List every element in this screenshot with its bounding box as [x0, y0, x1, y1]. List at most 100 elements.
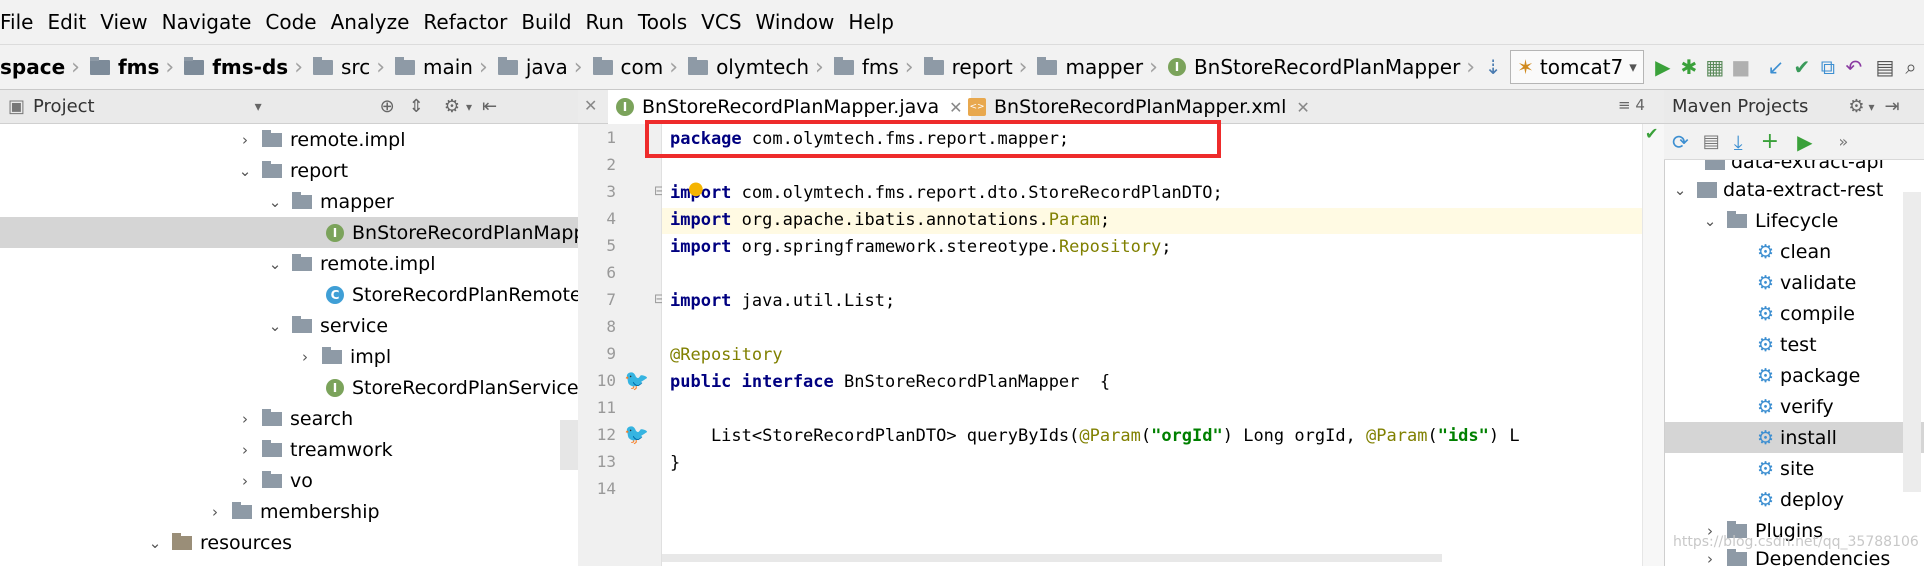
tab-mapper-xml[interactable]: <> BnStoreRecordPlanMapper.xml ✕ — [960, 90, 1318, 124]
maven-tree-item[interactable]: ⌄ Lifecycle — [1665, 205, 1924, 236]
close-icon[interactable]: ✕ — [1296, 98, 1309, 117]
menu-view[interactable]: View — [93, 10, 154, 34]
scrollbar[interactable] — [1903, 192, 1921, 492]
menu-help[interactable]: Help — [841, 10, 901, 34]
hide-panel-icon[interactable]: ⇥ — [1885, 96, 1900, 117]
tree-item[interactable]: C StoreRecordPlanRemoteI — [0, 279, 578, 310]
hide-panel-icon[interactable]: ⇤ — [482, 96, 497, 117]
menu-refactor[interactable]: Refactor — [416, 10, 514, 34]
chevron-down-icon[interactable]: ⌄ — [266, 255, 284, 273]
maven-tree-item[interactable]: ⌄ data-extract-rest — [1665, 174, 1924, 205]
maven-goal[interactable]: ⚙ compile — [1665, 298, 1924, 329]
menu-navigate[interactable]: Navigate — [155, 10, 259, 34]
run-icon[interactable]: ▶ — [1797, 130, 1812, 154]
menu-build[interactable]: Build — [514, 10, 578, 34]
generate-sources-icon[interactable]: ▤ — [1703, 131, 1720, 152]
maven-goal[interactable]: ⚙ site — [1665, 453, 1924, 484]
sort-download-icon[interactable]: ⇣ — [1483, 52, 1503, 82]
gear-icon[interactable]: ⚙ — [1848, 96, 1864, 117]
tree-item[interactable]: › remote.impl — [0, 124, 578, 155]
run-icon[interactable]: ▶ — [1653, 52, 1673, 82]
tree-item[interactable]: › impl — [0, 341, 578, 372]
breadcrumb-item[interactable]: mapper › — [1027, 44, 1158, 90]
chevron-down-icon[interactable]: ⌄ — [236, 162, 254, 180]
reimport-icon[interactable]: ⟳ — [1672, 130, 1689, 154]
breadcrumb-item[interactable]: olymtech › — [678, 44, 824, 90]
chevron-right-icon[interactable]: › — [296, 348, 314, 366]
tab-overflow-indicator[interactable]: ≡ 4 — [1618, 96, 1645, 114]
breadcrumb-item[interactable]: java › — [488, 44, 583, 90]
search-icon[interactable]: ⌕ — [1901, 52, 1921, 82]
menu-vcs[interactable]: VCS — [694, 10, 748, 34]
maven-goal[interactable]: ⚙ verify — [1665, 391, 1924, 422]
chevron-down-icon[interactable]: ⌄ — [1671, 181, 1689, 199]
locate-icon[interactable]: ⊕ — [380, 96, 395, 117]
tree-item-selected[interactable]: I BnStoreRecordPlanMapp — [0, 217, 578, 248]
chevron-right-icon[interactable]: › — [236, 131, 254, 149]
chevron-down-icon[interactable]: ⌄ — [146, 534, 164, 552]
tree-item[interactable]: › treamwork — [0, 434, 578, 465]
project-structure-icon[interactable]: ▤ — [1875, 52, 1895, 82]
maven-goal-selected[interactable]: ⚙ install — [1665, 422, 1924, 453]
mybatis-bird-icon[interactable]: 🐦 — [624, 422, 649, 446]
chevron-right-icon[interactable]: › — [206, 503, 224, 521]
add-icon[interactable]: + — [1761, 129, 1779, 154]
tree-item[interactable]: › membership — [0, 496, 578, 527]
tree-item[interactable]: ⌄ resources — [0, 527, 578, 558]
project-panel-title[interactable]: Project — [33, 96, 95, 117]
tree-item[interactable]: I StoreRecordPlanService — [0, 372, 578, 403]
mybatis-bird-icon[interactable]: 🐦 — [624, 368, 649, 392]
breadcrumb-item[interactable]: fms-ds › — [174, 44, 303, 90]
chevron-right-icon[interactable]: › — [1701, 550, 1719, 566]
chevron-down-icon[interactable]: ⌄ — [1701, 212, 1719, 230]
chevron-down-icon[interactable]: ⌄ — [266, 317, 284, 335]
download-icon[interactable]: ⤓ — [1734, 130, 1743, 154]
breadcrumb-item[interactable]: report › — [914, 44, 1027, 90]
tree-item[interactable]: ⌄ remote.impl — [0, 248, 578, 279]
vcs-update-icon[interactable]: ↙ — [1766, 52, 1786, 82]
menu-edit[interactable]: Edit — [40, 10, 93, 34]
breadcrumb-item[interactable]: src › — [303, 44, 385, 90]
chevron-down-icon[interactable]: ▾ — [466, 100, 472, 114]
tree-item[interactable]: › search — [0, 403, 578, 434]
breadcrumb-item[interactable]: main › — [385, 44, 488, 90]
run-config-select[interactable]: ✶ tomcat7 ▾ — [1510, 50, 1644, 84]
tree-item[interactable]: ⌄ mapper — [0, 186, 578, 217]
horizontal-scrollbar[interactable] — [662, 554, 1442, 562]
menu-tools[interactable]: Tools — [631, 10, 694, 34]
breadcrumb-item[interactable]: space › — [0, 44, 80, 90]
breadcrumb-item[interactable]: fms › — [80, 44, 174, 90]
more-icon[interactable]: » — [1838, 132, 1848, 151]
debug-icon[interactable]: ✱ — [1679, 52, 1699, 82]
breadcrumb-item[interactable]: fms › — [824, 44, 914, 90]
chevron-down-icon[interactable]: ⌄ — [266, 193, 284, 211]
chevron-right-icon[interactable]: › — [236, 410, 254, 428]
lightbulb-icon[interactable]: ● — [688, 178, 704, 199]
stop-icon[interactable]: ■ — [1731, 52, 1751, 82]
breadcrumb-item[interactable]: com › — [583, 44, 678, 90]
code-editor[interactable]: package com.olymtech.fms.report.mapper; … — [662, 124, 1664, 566]
chevron-right-icon[interactable]: › — [236, 441, 254, 459]
maven-goal[interactable]: ⚙ clean — [1665, 236, 1924, 267]
vcs-revert-icon[interactable]: ↶ — [1844, 52, 1864, 82]
chevron-right-icon[interactable]: › — [236, 472, 254, 490]
coverage-icon[interactable]: ▦ — [1705, 52, 1725, 82]
maven-goal[interactable]: ⚙ package — [1665, 360, 1924, 391]
menu-analyze[interactable]: Analyze — [324, 10, 417, 34]
maven-goal[interactable]: ⚙ deploy — [1665, 484, 1924, 515]
menu-window[interactable]: Window — [749, 10, 842, 34]
tree-item[interactable]: ⌄ service — [0, 310, 578, 341]
vcs-compare-icon[interactable]: ⧉ — [1818, 52, 1838, 82]
menu-run[interactable]: Run — [579, 10, 631, 34]
tree-item[interactable]: ⌄ report — [0, 155, 578, 186]
chevron-down-icon[interactable]: ▾ — [255, 99, 262, 115]
collapse-all-icon[interactable]: ⇕ — [409, 96, 424, 117]
tree-item[interactable]: › vo — [0, 465, 578, 496]
scrollbar[interactable] — [560, 420, 578, 470]
chevron-down-icon[interactable]: ▾ — [1869, 100, 1875, 114]
menu-code[interactable]: Code — [258, 10, 323, 34]
close-icon[interactable]: ✕ — [584, 96, 597, 115]
maven-goal[interactable]: ⚙ test — [1665, 329, 1924, 360]
gear-icon[interactable]: ⚙ — [444, 96, 460, 117]
editor-scrollbar[interactable]: ✔ — [1642, 124, 1664, 566]
